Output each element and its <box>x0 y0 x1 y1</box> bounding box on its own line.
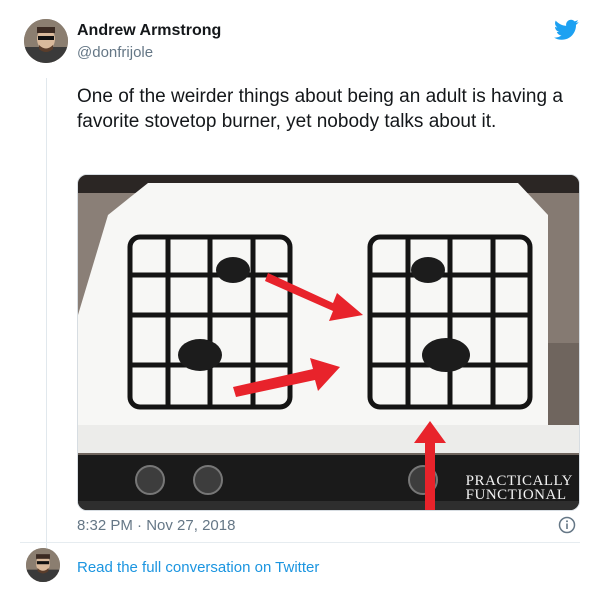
time-separator: · <box>137 517 143 534</box>
thread-line <box>46 78 47 548</box>
footer-divider <box>20 542 580 543</box>
burner-bottom-left <box>178 339 222 371</box>
twitter-bird-icon[interactable] <box>554 19 579 41</box>
photo-watermark: PRACTICALLY FUNCTIONAL <box>465 473 573 503</box>
watermark-line-1: PRACTICALLY <box>465 473 573 489</box>
embedded-tweet-card: Andrew Armstrong @donfrijole One of the … <box>0 0 600 597</box>
info-icon[interactable] <box>558 516 576 534</box>
burner-bottom-right <box>422 338 470 372</box>
author-name[interactable]: Andrew Armstrong <box>77 22 221 40</box>
read-full-conversation-link[interactable]: Read the full conversation on Twitter <box>77 559 319 576</box>
burner-top-right <box>411 257 445 283</box>
stovetop-illustration <box>78 175 579 510</box>
watermark-line-2: FUNCTIONAL <box>465 487 567 503</box>
burner-top-left <box>216 257 250 283</box>
tweet-time: 8:32 PM <box>77 517 133 534</box>
tweet-photo[interactable]: PRACTICALLY FUNCTIONAL <box>77 174 580 511</box>
author-handle[interactable]: @donfrijole <box>77 44 153 61</box>
footer-avatar[interactable] <box>26 548 60 582</box>
tweet-timestamp[interactable]: 8:32 PM · Nov 27, 2018 <box>77 517 235 534</box>
author-avatar[interactable] <box>24 19 68 63</box>
tweet-date: Nov 27, 2018 <box>146 517 236 534</box>
tweet-text: One of the weirder things about being an… <box>77 86 563 132</box>
